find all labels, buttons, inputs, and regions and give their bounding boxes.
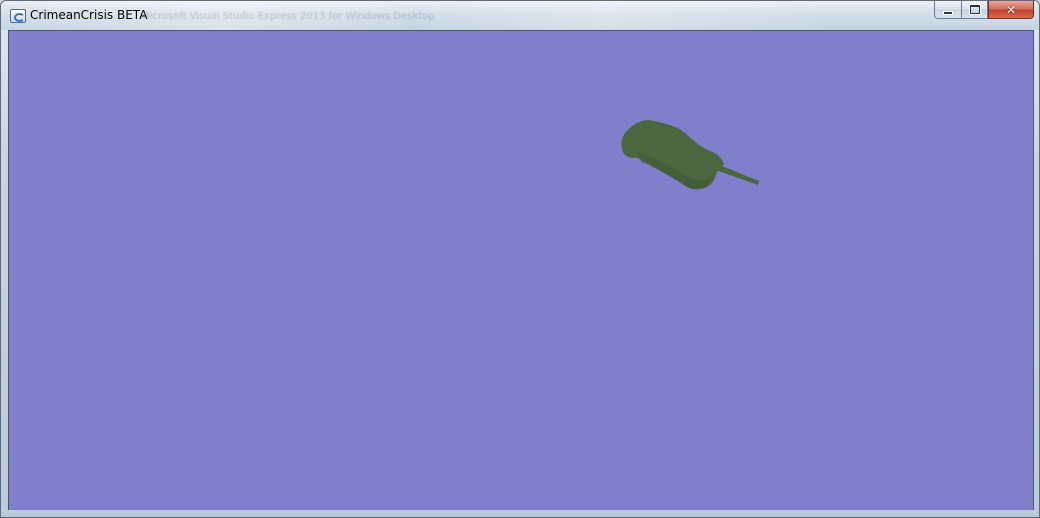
game-viewport[interactable]: [8, 30, 1034, 512]
window-controls: ✕: [934, 1, 1034, 20]
window-title: CrimeanCrisis BETA: [30, 8, 148, 22]
close-button[interactable]: ✕: [988, 1, 1034, 19]
minimize-button[interactable]: [934, 1, 961, 19]
maximize-button[interactable]: [961, 1, 988, 19]
maximize-icon: [969, 5, 980, 14]
title-bar[interactable]: CrimeanCrisis BETA Microsoft Visual Stud…: [1, 1, 1039, 30]
window-bottom-border: [1, 510, 1039, 517]
close-icon: ✕: [1005, 2, 1017, 17]
minimize-icon: [944, 11, 952, 14]
background-window-title: Microsoft Visual Studio Express 2013 for…: [141, 11, 435, 22]
game-scene: [9, 31, 1033, 511]
scene-background: [9, 31, 1033, 511]
app-window-icon[interactable]: [10, 9, 26, 23]
app-window: CrimeanCrisis BETA Microsoft Visual Stud…: [0, 0, 1040, 518]
